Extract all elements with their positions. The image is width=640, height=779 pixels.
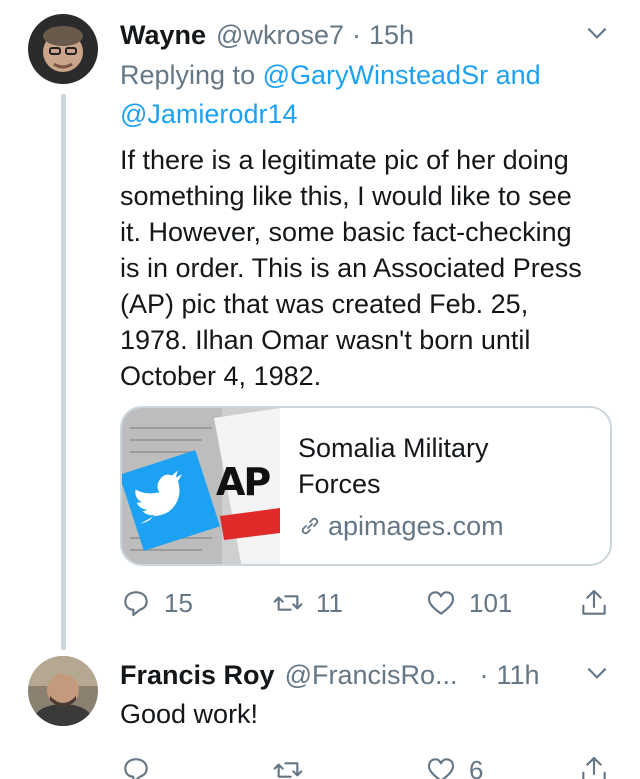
share-button[interactable] [578,750,610,779]
retweet-icon [273,762,303,778]
like-count: 6 [469,754,484,779]
user-handle[interactable]: @FrancisRo... [285,658,458,692]
reply-button[interactable]: 15 [120,583,193,623]
retweet-button[interactable]: 11 [272,583,343,623]
card-body: Somalia Military Forces apimages.com [280,408,610,564]
like-button[interactable]: 6 [425,750,483,779]
like-button[interactable]: 101 [425,583,512,623]
reply-icon [124,758,148,779]
user-name[interactable]: Francis Roy [120,658,275,692]
heart-icon [427,591,455,615]
chevron-down-icon[interactable] [584,660,610,686]
tweet-header: Francis Roy @FrancisRo... · 11h [120,658,610,692]
chevron-down-icon[interactable] [584,20,610,46]
tweet-actions: 15 11 101 [120,583,610,623]
reply-count: 15 [164,587,193,618]
avatar[interactable] [28,14,98,84]
card-title: Somalia Military Forces [298,430,610,502]
avatar[interactable] [28,656,98,726]
tweet-actions: 6 [120,750,610,779]
tweet-content: Wayne @wkrose7 · 15h Replying to @GaryWi… [120,18,610,394]
replying-to: Replying to @GaryWinsteadSr and @Jamiero… [120,56,610,134]
share-button[interactable] [578,583,610,623]
heart-icon [427,758,455,779]
tweet-text: If there is a legitimate pic of her doin… [120,145,582,391]
replying-and: and [495,60,541,90]
tweet-header: Wayne @wkrose7 · 15h [120,18,610,52]
reply-icon [124,591,148,617]
ap-logo: AP [216,460,271,504]
retweet-count: 11 [316,587,343,618]
separator-dot: · [351,20,361,50]
separator-dot: · [479,660,489,690]
card-title-line: Forces [298,469,381,499]
timestamp[interactable]: 15h [369,18,414,52]
user-name[interactable]: Wayne [120,18,206,52]
tweet-francis[interactable]: Francis Roy @FrancisRo... · 11h Good wor… [0,650,640,779]
user-handle[interactable]: @wkrose7 [216,18,344,52]
like-count: 101 [469,587,513,618]
timestamp[interactable]: 11h [497,658,540,692]
mention-link[interactable]: @GaryWinsteadSr [263,60,488,90]
tweet-wayne[interactable]: Wayne @wkrose7 · 15h Replying to @GaryWi… [0,0,640,650]
link-card[interactable]: AP Somalia Military Forces apimages.com [120,406,612,566]
avatar-image [28,14,98,84]
mention-link[interactable]: @Jamierodr14 [120,99,297,129]
avatar-image [28,656,98,726]
link-icon [301,517,319,535]
retweet-icon [273,595,303,611]
tweet-content: Francis Roy @FrancisRo... · 11h Good wor… [120,658,610,732]
retweet-button[interactable] [272,750,316,779]
card-domain: apimages.com [298,508,610,544]
share-icon [582,756,606,779]
replying-prefix: Replying to [120,60,256,90]
card-title-line: Somalia Military [298,433,489,463]
reply-button[interactable] [120,750,164,779]
card-image: AP [122,408,280,564]
tweet-text: Good work! [120,699,259,729]
card-domain-text: apimages.com [328,511,504,541]
thread-line [61,94,66,650]
share-icon [582,589,606,615]
